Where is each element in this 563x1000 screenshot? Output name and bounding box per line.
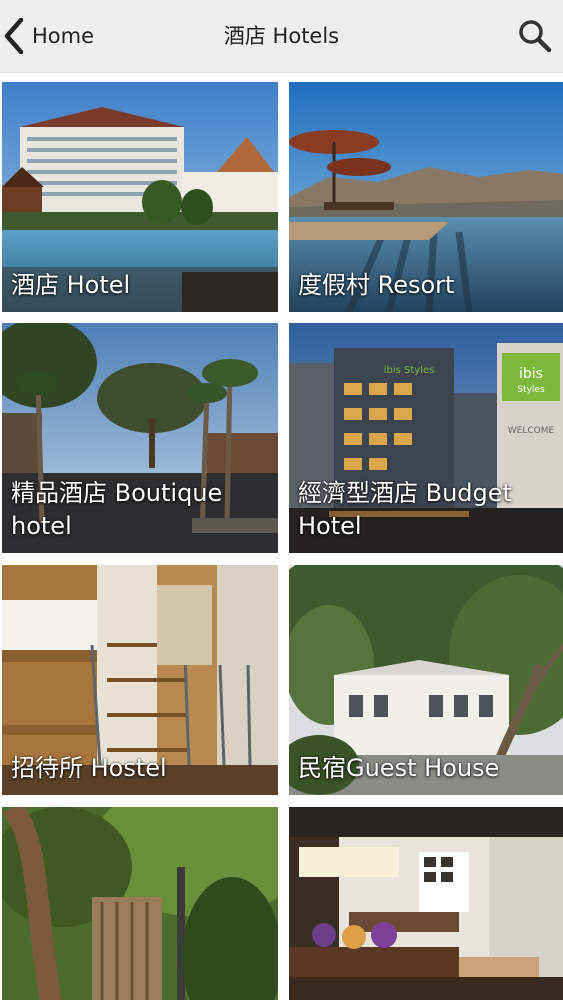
interior-photo — [289, 807, 563, 1000]
category-label: 度假村 Resort — [298, 271, 455, 299]
category-tile-resort[interactable]: 度假村 Resort — [289, 82, 563, 312]
svg-text:ibis: ibis — [519, 366, 543, 382]
category-tile-hostel[interactable]: 招待所 Hostel — [2, 565, 278, 795]
svg-text:ibis Styles: ibis Styles — [384, 365, 435, 376]
category-tile-budget-hotel[interactable]: ibis Styles WELCOME ibis Styles 經濟型酒店 Bu… — [289, 323, 563, 553]
category-label: 經濟型酒店 Budget Hotel — [298, 479, 512, 540]
top-app-bar: Home 酒店 Hotels — [0, 0, 563, 73]
category-label: 民宿Guest House — [298, 754, 500, 782]
svg-text:WELCOME: WELCOME — [508, 426, 555, 436]
category-label: 酒店 Hotel — [11, 271, 131, 299]
category-tile-hotel[interactable]: 酒店 Hotel — [2, 82, 278, 312]
category-tile-7[interactable] — [2, 807, 278, 1000]
category-tile-boutique-hotel[interactable]: 精品酒店 Boutique hotel — [2, 323, 278, 553]
page-title: 酒店 Hotels — [223, 24, 340, 48]
hotels-screen: Home 酒店 Hotels 酒店 Hotel 度假村 Resort 精品酒店 … — [0, 0, 563, 1000]
search-icon — [519, 20, 552, 53]
category-label: 精品酒店 Boutique hotel — [11, 479, 223, 540]
search-button[interactable] — [517, 18, 553, 54]
category-tile-guest-house[interactable]: 民宿Guest House — [289, 565, 563, 795]
garden-photo — [2, 807, 278, 1000]
category-label: 招待所 Hostel — [11, 754, 167, 782]
svg-text:Styles: Styles — [517, 385, 545, 395]
category-tile-8[interactable] — [289, 807, 563, 1000]
